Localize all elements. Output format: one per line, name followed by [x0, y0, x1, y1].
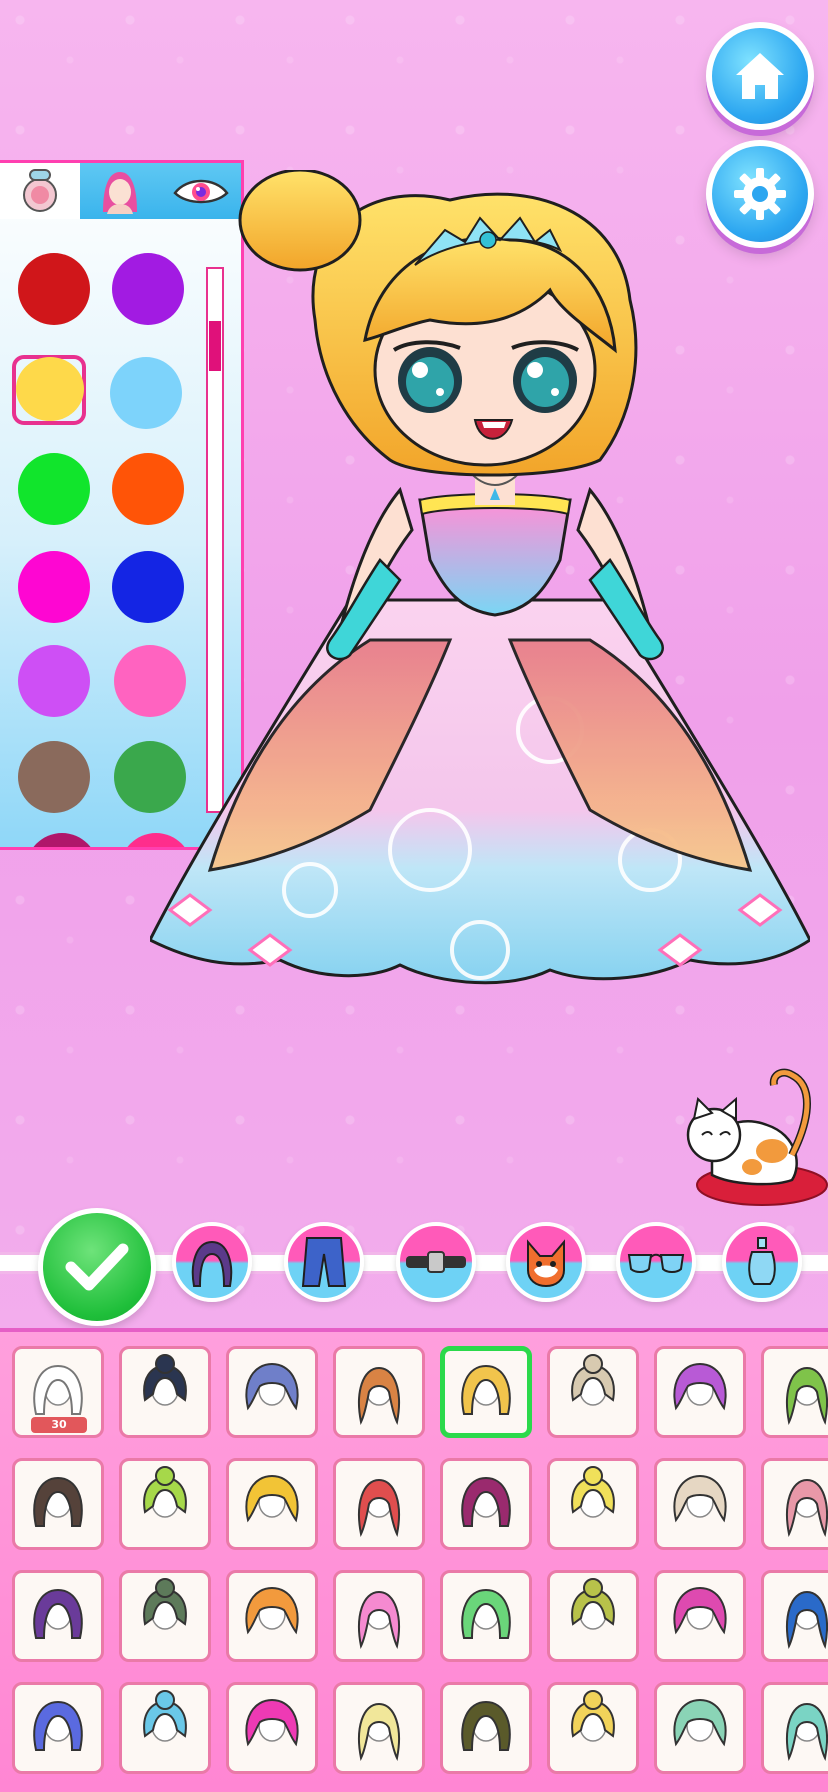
- sunglasses-icon: [627, 1253, 685, 1273]
- hairstyle-item[interactable]: [761, 1346, 828, 1438]
- hairstyle-icon: [571, 1466, 615, 1518]
- hairstyle-icon: [33, 1700, 83, 1751]
- hairstyle-item[interactable]: [333, 1682, 425, 1774]
- hairstyle-icon: [143, 1466, 187, 1518]
- hairstyle-item[interactable]: [654, 1682, 746, 1774]
- category-pet-button[interactable]: [506, 1222, 586, 1302]
- hairstyle-item[interactable]: [333, 1570, 425, 1662]
- hairstyle-item[interactable]: [440, 1346, 532, 1438]
- hairstyle-item[interactable]: [440, 1570, 532, 1662]
- hairstyle-item[interactable]: [440, 1682, 532, 1774]
- swatch-green[interactable]: [18, 453, 90, 525]
- category-hair-button[interactable]: [172, 1222, 252, 1302]
- hairstyle-icon: [358, 1702, 400, 1762]
- belt-icon: [406, 1251, 466, 1273]
- items-grid: 30: [0, 1328, 828, 1792]
- pants-icon: [301, 1237, 347, 1287]
- cat-pet: [686, 1068, 828, 1206]
- hairstyle-icon: [245, 1474, 299, 1523]
- hairstyle-item[interactable]: [547, 1458, 639, 1550]
- hairstyle-icon: [673, 1362, 727, 1411]
- makeup-compact-icon: [23, 169, 58, 212]
- hairstyle-item[interactable]: [226, 1570, 318, 1662]
- category-belt-button[interactable]: [396, 1222, 476, 1302]
- hairstyle-icon: [786, 1702, 828, 1762]
- hairstyle-item[interactable]: [119, 1458, 211, 1550]
- tab-face[interactable]: [80, 163, 160, 219]
- swatch-red[interactable]: [18, 253, 90, 325]
- hairstyle-icon: [461, 1476, 511, 1527]
- checkmark-icon: [65, 1243, 129, 1291]
- hairstyle-item[interactable]: [12, 1570, 104, 1662]
- hairstyle-item[interactable]: [547, 1346, 639, 1438]
- hairstyle-icon: [673, 1474, 727, 1523]
- hairstyle-item[interactable]: [654, 1346, 746, 1438]
- hairstyle-item[interactable]: [119, 1570, 211, 1662]
- hairstyle-item[interactable]: [333, 1458, 425, 1550]
- category-accessory-button[interactable]: [722, 1222, 802, 1302]
- hairstyle-icon: [33, 1476, 83, 1527]
- hairstyle-item[interactable]: [12, 1458, 104, 1550]
- hairstyle-icon: [143, 1578, 187, 1630]
- hairstyle-icon: [143, 1354, 187, 1406]
- hairstyle-icon: [245, 1698, 299, 1747]
- hairstyle-icon: [245, 1586, 299, 1635]
- hairstyle-item[interactable]: [226, 1682, 318, 1774]
- hairstyle-item[interactable]: [119, 1682, 211, 1774]
- price-tag: 30: [31, 1417, 87, 1433]
- hairstyle-item[interactable]: [440, 1458, 532, 1550]
- swatch-plum[interactable]: [26, 833, 98, 847]
- hairstyle-icon: [673, 1698, 727, 1747]
- hairstyle-icon: [143, 1690, 187, 1742]
- category-pants-button[interactable]: [284, 1222, 364, 1302]
- hairstyle-icon: [786, 1478, 828, 1538]
- hairstyle-icon: [358, 1590, 400, 1650]
- hairstyle-item[interactable]: [119, 1346, 211, 1438]
- hairstyle-item[interactable]: [761, 1570, 828, 1662]
- hairstyle-item[interactable]: [761, 1458, 828, 1550]
- hairstyle-item[interactable]: [12, 1682, 104, 1774]
- hairstyle-item[interactable]: [333, 1346, 425, 1438]
- tab-makeup[interactable]: [0, 163, 81, 219]
- swatch-violet[interactable]: [18, 645, 90, 717]
- hairstyle-item[interactable]: [654, 1458, 746, 1550]
- category-glasses-button[interactable]: [616, 1222, 696, 1302]
- hairstyle-item[interactable]: [547, 1682, 639, 1774]
- hairstyle-icon: [461, 1588, 511, 1639]
- hairstyle-icon: [245, 1362, 299, 1411]
- swatch-magenta[interactable]: [18, 551, 90, 623]
- confirm-button[interactable]: [38, 1208, 156, 1326]
- hairstyle-icon: [571, 1354, 615, 1406]
- swatch-brown[interactable]: [18, 741, 90, 813]
- home-button[interactable]: [706, 22, 814, 130]
- hair-icon: [191, 1240, 233, 1287]
- hairstyle-icon: [786, 1590, 828, 1650]
- home-icon: [736, 53, 784, 99]
- doll-character: [150, 170, 810, 985]
- hairstyle-icon: [461, 1700, 511, 1751]
- hairstyle-icon: [461, 1364, 511, 1415]
- hairstyle-icon: [786, 1366, 828, 1426]
- hairstyle-icon: [571, 1578, 615, 1630]
- hairstyle-icon: [358, 1478, 400, 1538]
- hairstyle-item[interactable]: [226, 1346, 318, 1438]
- hairstyle-icon: [358, 1366, 400, 1426]
- fox-pet-icon: [527, 1239, 565, 1288]
- hairstyle-icon: [673, 1586, 727, 1635]
- hairstyle-item[interactable]: [226, 1458, 318, 1550]
- hairstyle-item[interactable]: [654, 1570, 746, 1662]
- hairstyle-item[interactable]: [761, 1682, 828, 1774]
- hairstyle-item[interactable]: 30: [12, 1346, 104, 1438]
- face-skin-icon: [103, 172, 138, 214]
- perfume-bottle-icon: [748, 1237, 776, 1285]
- hairstyle-icon: [33, 1588, 83, 1639]
- hairstyle-icon: [571, 1690, 615, 1742]
- hairstyle-item[interactable]: [547, 1570, 639, 1662]
- swatch-yellow[interactable]: [16, 357, 84, 421]
